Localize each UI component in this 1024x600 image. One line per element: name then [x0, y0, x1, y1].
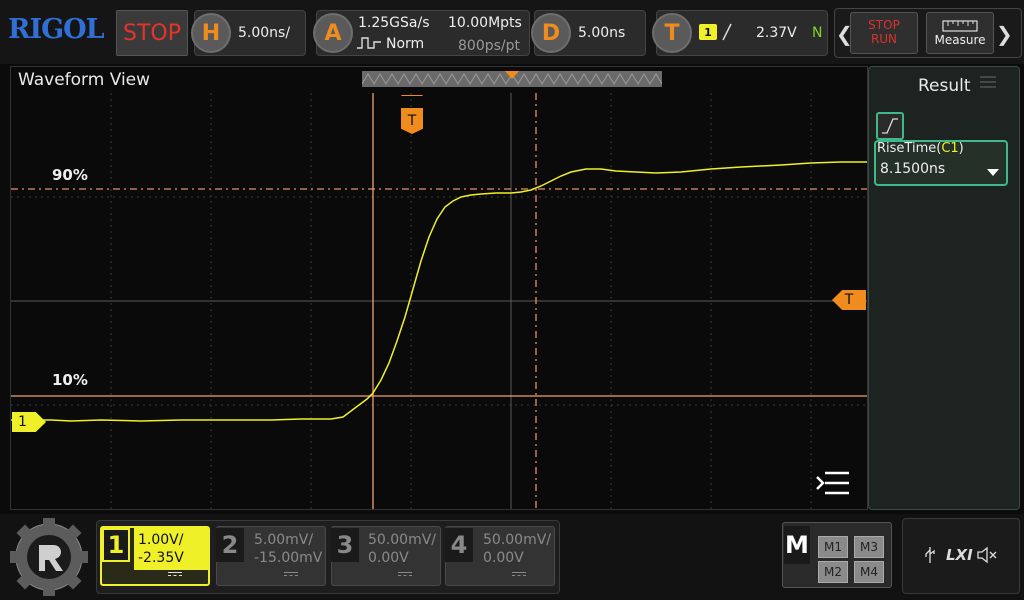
- run-stop-button[interactable]: STOP RUN: [850, 12, 918, 54]
- menu-lines-icon[interactable]: [815, 470, 851, 496]
- channel2-coupling-icon: [284, 572, 298, 576]
- channel2-offset: -15.00mV: [254, 550, 323, 566]
- channel4-scale: 50.00mV/: [483, 532, 552, 548]
- ruler-icon: [942, 20, 978, 32]
- channel4-offset: 0.00V: [483, 550, 524, 566]
- math-m1-button[interactable]: M1: [818, 536, 848, 558]
- waveform-view-title: Waveform View: [18, 70, 151, 90]
- trigger-time-marker[interactable]: T: [401, 108, 423, 134]
- horizontal-scale-value: 5.00ns/: [238, 25, 291, 41]
- math-m2-button[interactable]: M2: [818, 561, 848, 583]
- result-menu-icon[interactable]: [978, 74, 998, 90]
- rise-time-label: RiseTime(C1): [877, 141, 964, 156]
- rise-time-type-icon: [876, 112, 904, 140]
- level-10-label: 10%: [52, 371, 88, 389]
- channel4-coupling-icon: [512, 572, 526, 576]
- math-m4-button[interactable]: M4: [854, 561, 884, 583]
- scroll-right-icon[interactable]: ❯: [996, 22, 1013, 46]
- delay-value: 5.00ns: [578, 25, 626, 41]
- channel1-number: 1: [102, 528, 130, 562]
- dropdown-arrow-icon[interactable]: [986, 168, 1000, 178]
- acquire-icon: A: [313, 13, 353, 53]
- lxi-indicator: LXI: [946, 546, 973, 564]
- rise-time-value: 8.1500ns: [880, 161, 946, 177]
- rise-time-name: RiseTime(: [877, 141, 942, 156]
- channel3-coupling-icon: [398, 572, 412, 576]
- math-m3-button[interactable]: M3: [854, 536, 884, 558]
- channel4-number: 4: [445, 528, 473, 562]
- rise-time-close: ): [958, 141, 964, 156]
- channel1-scale: 1.00V/: [138, 532, 184, 548]
- sample-rate: 1.25GSa/s: [358, 15, 430, 31]
- result-panel-title: Result: [918, 76, 971, 96]
- level-90-label: 90%: [52, 166, 88, 184]
- trigger-source-badge: 1: [699, 24, 717, 40]
- waveform-grid: [11, 93, 867, 509]
- channel2-number: 2: [216, 528, 244, 562]
- rise-time-channel: C1: [941, 141, 959, 156]
- channel3-offset: 0.00V: [368, 550, 409, 566]
- gear-logo-icon[interactable]: [10, 518, 88, 596]
- memory-position-bar[interactable]: [362, 70, 662, 88]
- channel2-scale: 5.00mV/: [254, 532, 314, 548]
- trigger-level-value: 2.37V: [756, 25, 797, 41]
- delay-icon: D: [531, 13, 571, 53]
- acquire-pulse-icon: [357, 37, 381, 49]
- time-resolution: 800ps/pt: [458, 38, 520, 54]
- channel1-offset: -2.35V: [138, 550, 184, 566]
- rigol-logo: RIGOL: [8, 14, 105, 45]
- channel3-number: 3: [331, 528, 359, 562]
- memory-depth: 10.00Mpts: [448, 15, 522, 31]
- math-label: M: [784, 526, 810, 564]
- measure-button[interactable]: Measure: [926, 12, 994, 54]
- rising-edge-icon: [722, 23, 732, 41]
- channel1-trace: [11, 161, 867, 422]
- run-state-indicator[interactable]: STOP: [116, 10, 188, 56]
- usb-icon: [925, 547, 935, 563]
- channel3-scale: 50.00mV/: [368, 532, 437, 548]
- trigger-icon: T: [652, 13, 692, 53]
- horizontal-icon: H: [191, 13, 231, 53]
- speaker-muted-icon[interactable]: [976, 546, 998, 564]
- trigger-sweep-mode: N: [812, 25, 823, 41]
- run-stop-line1: STOP: [868, 18, 900, 32]
- run-stop-line2: RUN: [870, 32, 898, 46]
- measure-label: Measure: [934, 33, 986, 47]
- acquire-mode: Norm: [386, 36, 425, 52]
- channel1-coupling-icon: [168, 572, 182, 576]
